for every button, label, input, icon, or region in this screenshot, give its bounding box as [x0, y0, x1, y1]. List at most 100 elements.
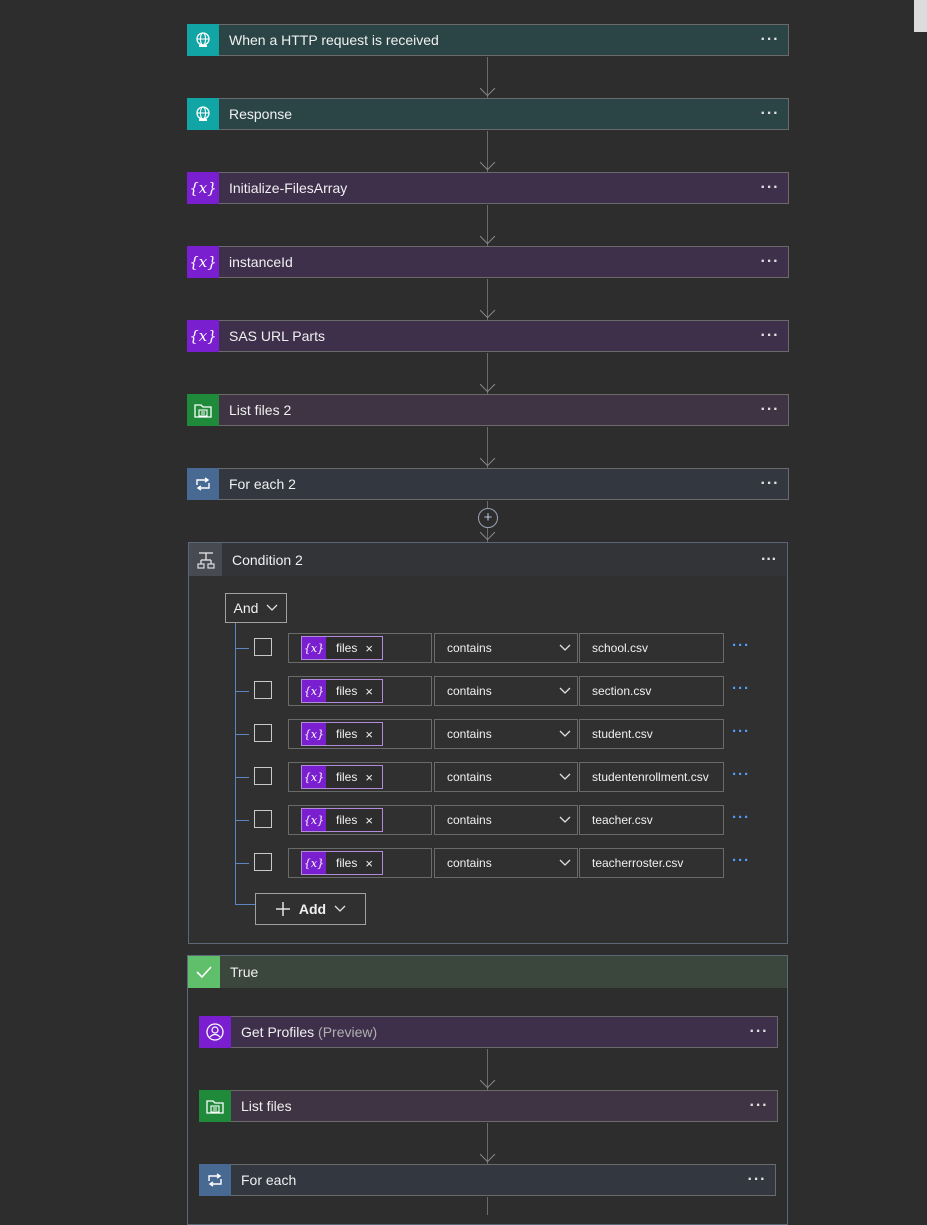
condition-title: Condition 2 [232, 551, 303, 568]
token-name: files [336, 684, 358, 698]
dynamic-token[interactable]: {x} files × [301, 722, 383, 746]
dynamic-token[interactable]: {x} files × [301, 679, 383, 703]
right-operand-field[interactable]: teacherroster.csv [579, 848, 724, 878]
remove-token-icon[interactable]: × [365, 770, 373, 785]
row-more-options-button[interactable]: ··· [732, 809, 750, 826]
more-options-button[interactable]: ··· [741, 1023, 777, 1041]
token-name: files [336, 856, 358, 870]
step-initialize-files-array[interactable]: {x} Initialize-FilesArray ··· [187, 171, 789, 204]
left-operand-field[interactable]: {x} files × [288, 848, 432, 878]
arrow-down-icon [479, 450, 496, 467]
left-operand-field[interactable]: {x} files × [288, 719, 432, 749]
chevron-down-icon [559, 816, 571, 823]
operator-dropdown[interactable]: contains [434, 805, 578, 835]
more-options-button[interactable]: ··· [741, 1097, 777, 1115]
dynamic-token[interactable]: {x} files × [301, 808, 383, 832]
arrow-down-icon [479, 376, 496, 393]
row-more-options-button[interactable]: ··· [732, 766, 750, 783]
step-for-each-2[interactable]: For each 2 ··· [187, 467, 789, 500]
more-options-button[interactable]: ··· [739, 1171, 775, 1189]
step-title: Initialize-FilesArray [229, 180, 348, 196]
step-list-files[interactable]: List files ··· [199, 1089, 778, 1122]
step-title-text: Get Profiles [241, 1024, 315, 1040]
dynamic-token[interactable]: {x} files × [301, 765, 383, 789]
row-more-options-button[interactable]: ··· [732, 637, 750, 654]
operator-dropdown[interactable]: contains [434, 848, 578, 878]
row-checkbox[interactable] [254, 810, 272, 828]
left-operand-field[interactable]: {x} files × [288, 676, 432, 706]
row-more-options-button[interactable]: ··· [732, 852, 750, 869]
more-options-button[interactable]: ··· [751, 551, 787, 569]
token-name: files [336, 727, 358, 741]
group-operator-dropdown[interactable]: And [225, 593, 287, 623]
scrollbar-thumb[interactable] [914, 0, 927, 32]
row-checkbox[interactable] [254, 724, 272, 742]
right-operand-field[interactable]: student.csv [579, 719, 724, 749]
step-title: Response [229, 106, 293, 122]
chevron-down-icon [559, 730, 571, 737]
remove-token-icon[interactable]: × [365, 856, 373, 871]
tree-branch [235, 820, 249, 821]
more-options-button[interactable]: ··· [752, 105, 788, 123]
arrow-down-icon [479, 154, 496, 171]
step-instance-id[interactable]: {x} instanceId ··· [187, 245, 789, 278]
operator-dropdown[interactable]: contains [434, 762, 578, 792]
operator-dropdown[interactable]: contains [434, 719, 578, 749]
operator-dropdown[interactable]: contains [434, 633, 578, 663]
remove-token-icon[interactable]: × [365, 684, 373, 699]
add-condition-button[interactable]: Add [255, 893, 366, 925]
variable-icon: {x} [187, 245, 219, 278]
insert-step-button[interactable]: + [478, 508, 498, 528]
right-operand-field[interactable]: school.csv [579, 633, 724, 663]
more-options-button[interactable]: ··· [752, 253, 788, 271]
step-sas-url-parts[interactable]: {x} SAS URL Parts ··· [187, 319, 789, 352]
left-operand-field[interactable]: {x} files × [288, 762, 432, 792]
tree-branch [235, 648, 249, 649]
true-branch-header[interactable]: True [188, 956, 787, 988]
left-operand-field[interactable]: {x} files × [288, 805, 432, 835]
remove-token-icon[interactable]: × [365, 641, 373, 656]
arrow-down-icon [479, 80, 496, 97]
more-options-button[interactable]: ··· [752, 401, 788, 419]
row-checkbox[interactable] [254, 767, 272, 785]
right-operand-field[interactable]: studentenrollment.csv [579, 762, 724, 792]
arrow-down-icon [479, 228, 496, 245]
file-share-icon [199, 1089, 231, 1122]
step-title: Get Profiles (Preview) [241, 1024, 741, 1040]
step-response[interactable]: Response ··· [187, 97, 789, 130]
row-more-options-button[interactable]: ··· [732, 723, 750, 740]
remove-token-icon[interactable]: × [365, 727, 373, 742]
globe-icon [187, 97, 219, 130]
dynamic-token[interactable]: {x} files × [301, 636, 383, 660]
group-operator-label: And [233, 600, 259, 616]
right-operand-field[interactable]: section.csv [579, 676, 724, 706]
more-options-button[interactable]: ··· [752, 475, 788, 493]
step-for-each[interactable]: For each ··· [199, 1163, 776, 1196]
operator-label: contains [447, 684, 492, 698]
row-checkbox[interactable] [254, 681, 272, 699]
chevron-down-icon [266, 604, 278, 611]
row-checkbox[interactable] [254, 638, 272, 656]
more-options-button[interactable]: ··· [752, 179, 788, 197]
loop-icon [199, 1163, 231, 1196]
tree-branch [235, 691, 249, 692]
variable-icon: {x} [187, 319, 219, 352]
left-operand-field[interactable]: {x} files × [288, 633, 432, 663]
step-get-profiles[interactable]: Get Profiles (Preview) ··· [199, 1015, 778, 1048]
more-options-button[interactable]: ··· [752, 327, 788, 345]
right-operand-field[interactable]: teacher.csv [579, 805, 724, 835]
remove-token-icon[interactable]: × [365, 813, 373, 828]
more-options-button[interactable]: ··· [752, 31, 788, 49]
step-list-files-2[interactable]: List files 2 ··· [187, 393, 789, 426]
operand-value: teacher.csv [592, 813, 653, 827]
step-http-request[interactable]: When a HTTP request is received ··· [187, 23, 789, 56]
file-share-icon [187, 393, 219, 426]
row-checkbox[interactable] [254, 853, 272, 871]
chevron-down-icon [559, 773, 571, 780]
condition-header[interactable]: Condition 2 ··· [189, 543, 787, 576]
operator-label: contains [447, 856, 492, 870]
chevron-down-icon [559, 859, 571, 866]
row-more-options-button[interactable]: ··· [732, 680, 750, 697]
operator-dropdown[interactable]: contains [434, 676, 578, 706]
dynamic-token[interactable]: {x} files × [301, 851, 383, 875]
